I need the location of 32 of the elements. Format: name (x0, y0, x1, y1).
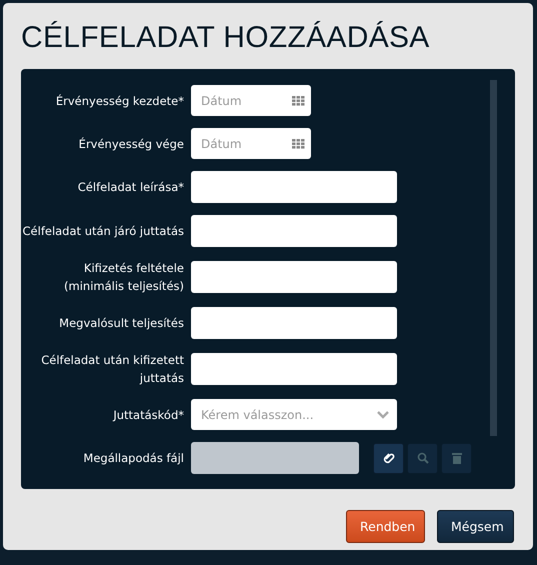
scrollbar[interactable] (490, 80, 497, 436)
date-field[interactable]: Dátum (191, 85, 311, 116)
placeholder: Dátum (201, 94, 242, 108)
placeholder: Dátum (201, 136, 242, 150)
field-label: Célfeladat után kifizetett juttatás (40, 352, 184, 387)
trash-icon (452, 452, 462, 464)
field-label: Érvényesség vége (78, 136, 184, 152)
field-label: Megvalósult teljesítés (58, 315, 184, 332)
ok-button[interactable]: Rendben (346, 510, 425, 543)
field-label: Juttatáskód* (112, 406, 184, 424)
dropdown[interactable]: Kérem válasszon... (191, 399, 397, 430)
input-field[interactable] (191, 307, 397, 339)
field-label: Érvényesség kezdete* (54, 92, 184, 110)
field-label: Célfeladat után járó juttatás (22, 223, 184, 240)
placeholder: Kérem válasszon... (201, 408, 314, 422)
date-field[interactable]: Dátum (191, 128, 311, 159)
dialog-title: CÉLFELADAT HOZZÁADÁSA (21, 21, 430, 55)
calendar-icon (292, 96, 305, 106)
field-label: Megállapodás fájl (82, 450, 184, 467)
input-field[interactable] (191, 353, 397, 385)
field-label: Kifizetés feltétele (minimális teljesítés) (63, 260, 184, 295)
cancel-button[interactable]: Mégsem (437, 510, 514, 543)
field-label: Célfeladat leírása* (76, 179, 184, 196)
attach-button[interactable] (373, 442, 404, 474)
input-field[interactable] (191, 261, 397, 293)
calendar-icon (292, 138, 305, 148)
paperclip-icon (382, 452, 394, 464)
input-field[interactable] (191, 171, 397, 203)
input-field[interactable] (191, 215, 397, 247)
file-field[interactable] (191, 442, 359, 474)
chevron-icon (377, 410, 389, 418)
search-icon (416, 452, 428, 464)
